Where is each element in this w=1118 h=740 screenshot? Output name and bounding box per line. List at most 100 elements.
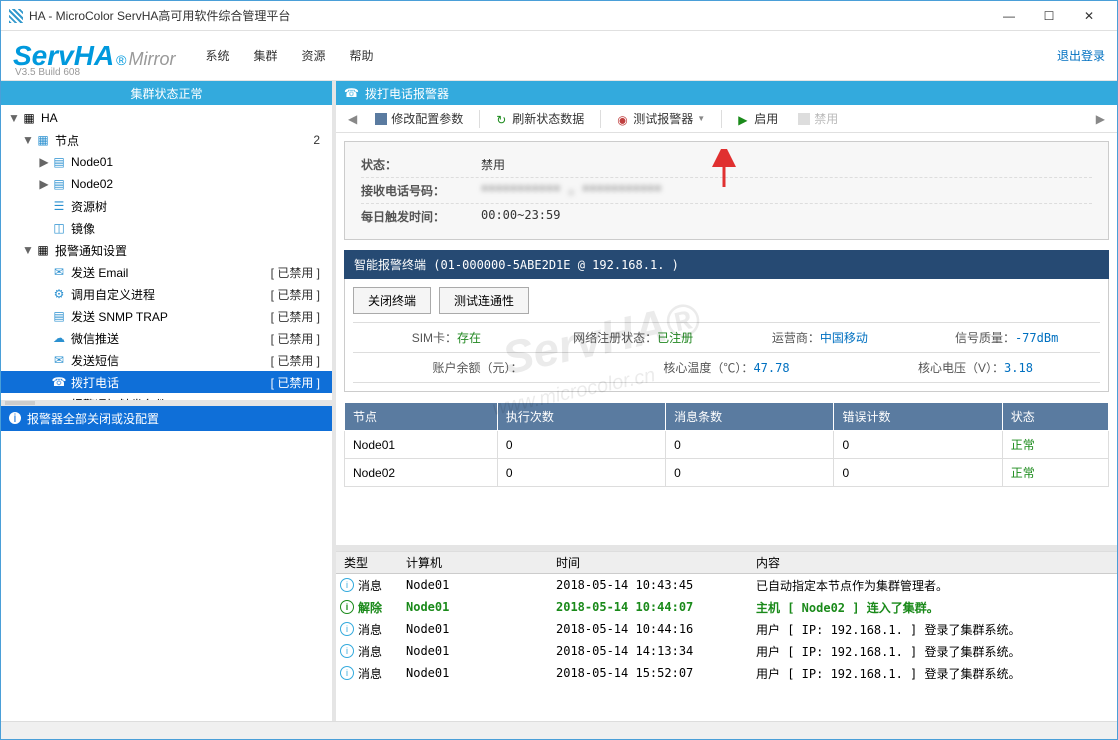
sim-cell: SIM卡：存在 xyxy=(353,323,540,352)
state-value: 禁用 xyxy=(481,156,1092,173)
edit-icon xyxy=(375,113,387,125)
enable-button[interactable]: ▶启用 xyxy=(730,108,786,129)
tree-resource[interactable]: ☰资源树 xyxy=(1,195,332,217)
col-node: 节点 xyxy=(345,403,498,431)
disable-button: 禁用 xyxy=(790,108,846,129)
logo-reg: ® xyxy=(116,52,126,68)
volt-cell: 核心电压（V）：3.18 xyxy=(851,353,1100,382)
close-terminal-button[interactable]: 关闭终端 xyxy=(353,287,431,314)
test-icon: ◉ xyxy=(617,113,629,125)
scroll-right-icon[interactable]: ▶ xyxy=(1090,112,1111,126)
app-icon xyxy=(9,9,23,23)
tree-alarm-sms[interactable]: ✉发送短信[ 已禁用 ] xyxy=(1,349,332,371)
node-icon: ▤ xyxy=(51,176,67,192)
sms-icon: ✉ xyxy=(51,352,67,368)
refresh-icon: ↻ xyxy=(496,113,508,125)
toolbar: ◀ 修改配置参数 ↻刷新状态数据 ◉测试报警器▼ ▶启用 禁用 ▶ xyxy=(336,105,1117,133)
signal-cell: 信号质量：-77dBm xyxy=(913,323,1100,352)
info-icon: i xyxy=(340,666,354,680)
col-err: 错误计数 xyxy=(834,403,1002,431)
tree-alarm-group[interactable]: ▼▦报警通知设置 xyxy=(1,239,332,261)
tree-alarm-wechat[interactable]: ☁微信推送[ 已禁用 ] xyxy=(1,327,332,349)
refresh-button[interactable]: ↻刷新状态数据 xyxy=(488,108,592,129)
logo-sub: Mirror xyxy=(129,49,176,70)
basic-info-box: 状态：禁用 接收电话号码：••••••••••• , ••••••••••• 每… xyxy=(344,141,1109,240)
tree-alarm-phone[interactable]: ☎拨打电话[ 已禁用 ] xyxy=(1,371,332,393)
resource-icon: ☰ xyxy=(51,198,67,214)
log-row[interactable]: i消息Node012018-05-14 15:52:07用户 [ IP: 192… xyxy=(336,662,1117,684)
tree-root[interactable]: ▼▦HA xyxy=(1,107,332,129)
terminal-header: 智能报警终端 (01-000000-5ABE2D1E @ 192.168.1. … xyxy=(344,250,1109,279)
log-header: 类型 计算机 时间 内容 xyxy=(336,552,1117,574)
time-value: 00:00~23:59 xyxy=(481,208,1092,225)
info-icon: i xyxy=(340,600,354,614)
snmp-icon: ▤ xyxy=(51,308,67,324)
balance-cell: 账户余额（元）： xyxy=(353,353,602,382)
alarm-status-text: 报警器全部关闭或没配置 xyxy=(27,410,159,427)
node-table: 节点 执行次数 消息条数 错误计数 状态 Node01000正常 Node020… xyxy=(344,402,1109,487)
menu-help[interactable]: 帮助 xyxy=(350,47,374,64)
test-conn-button[interactable]: 测试连通性 xyxy=(439,287,529,314)
cluster-status-header: 集群状态正常 xyxy=(1,81,332,105)
titlebar: HA - MicroColor ServHA高可用软件综合管理平台 — ☐ ✕ xyxy=(1,1,1117,31)
info-icon: i xyxy=(9,412,21,424)
info-icon: i xyxy=(340,578,354,592)
tree-alarm-custom[interactable]: ⚙调用自定义进程[ 已禁用 ] xyxy=(1,283,332,305)
tree-node02[interactable]: ▶▤Node02 xyxy=(1,173,332,195)
statusbar xyxy=(1,721,1117,739)
tree-nodes-group[interactable]: ▼▦节点2 xyxy=(1,129,332,151)
menubar: 系统 集群 资源 帮助 xyxy=(206,47,374,64)
log-row[interactable]: i解除Node012018-05-14 10:44:07主机 [ Node02 … xyxy=(336,596,1117,618)
time-label: 每日触发时间： xyxy=(361,208,481,225)
state-label: 状态： xyxy=(361,156,481,173)
alarm-group-icon: ▦ xyxy=(35,242,51,258)
logout-link[interactable]: 退出登录 xyxy=(1057,47,1105,64)
window-title: HA - MicroColor ServHA高可用软件综合管理平台 xyxy=(29,7,989,24)
info-icon: i xyxy=(340,644,354,658)
scroll-left-icon[interactable]: ◀ xyxy=(342,112,363,126)
log-area: 类型 计算机 时间 内容 i消息Node012018-05-14 10:43:4… xyxy=(336,551,1117,721)
tree[interactable]: ▼▦HA ▼▦节点2 ▶▤Node01 ▶▤Node02 ☰资源树 ◫镜像 ▼▦… xyxy=(1,105,332,400)
phone-label: 接收电话号码： xyxy=(361,182,481,199)
wechat-icon: ☁ xyxy=(51,330,67,346)
maximize-button[interactable]: ☐ xyxy=(1029,2,1069,30)
net-cell: 网络注册状态：已注册 xyxy=(540,323,727,352)
node-icon: ▤ xyxy=(51,154,67,170)
gear-icon: ⚙ xyxy=(51,286,67,302)
col-state: 状态 xyxy=(1002,403,1108,431)
modify-config-button[interactable]: 修改配置参数 xyxy=(367,108,471,129)
temp-cell: 核心温度（℃）：47.78 xyxy=(602,353,851,382)
chevron-down-icon: ▼ xyxy=(697,114,705,123)
log-row[interactable]: i消息Node012018-05-14 14:13:34用户 [ IP: 192… xyxy=(336,640,1117,662)
table-row[interactable]: Node01000正常 xyxy=(345,431,1109,459)
phone-icon: ☎ xyxy=(51,374,67,390)
mirror-icon: ◫ xyxy=(51,220,67,236)
info-icon: i xyxy=(340,622,354,636)
log-row[interactable]: i消息Node012018-05-14 10:43:45已自动指定本节点作为集群… xyxy=(336,574,1117,596)
terminal-body: 关闭终端 测试连通性 SIM卡：存在 网络注册状态：已注册 运营商：中国移动 信… xyxy=(344,279,1109,392)
phone-value: ••••••••••• , ••••••••••• xyxy=(481,182,1092,199)
tree-alarm-email[interactable]: ✉发送 Email[ 已禁用 ] xyxy=(1,261,332,283)
phone-icon: ☎ xyxy=(344,86,359,100)
col-exec: 执行次数 xyxy=(497,403,665,431)
close-button[interactable]: ✕ xyxy=(1069,2,1109,30)
menu-system[interactable]: 系统 xyxy=(206,47,230,64)
version-label: V3.5 Build 608 xyxy=(15,67,80,78)
log-row[interactable]: i消息Node012018-05-14 10:44:16用户 [ IP: 192… xyxy=(336,618,1117,640)
table-row[interactable]: Node02000正常 xyxy=(345,459,1109,487)
cluster-icon: ▦ xyxy=(21,110,37,126)
header: ServHA® Mirror 系统 集群 资源 帮助 退出登录 V3.5 Bui… xyxy=(1,31,1117,81)
play-icon: ▶ xyxy=(738,113,750,125)
menu-resource[interactable]: 资源 xyxy=(302,47,326,64)
nodes-icon: ▦ xyxy=(35,132,51,148)
tree-alarm-snmp[interactable]: ▤发送 SNMP TRAP[ 已禁用 ] xyxy=(1,305,332,327)
tree-mirror[interactable]: ◫镜像 xyxy=(1,217,332,239)
minimize-button[interactable]: — xyxy=(989,2,1029,30)
tree-node01[interactable]: ▶▤Node01 xyxy=(1,151,332,173)
email-icon: ✉ xyxy=(51,264,67,280)
stop-icon xyxy=(798,113,810,125)
col-msg: 消息条数 xyxy=(666,403,834,431)
test-alarm-button[interactable]: ◉测试报警器▼ xyxy=(609,108,713,129)
alarm-status-box: i 报警器全部关闭或没配置 xyxy=(1,406,332,431)
menu-cluster[interactable]: 集群 xyxy=(254,47,278,64)
